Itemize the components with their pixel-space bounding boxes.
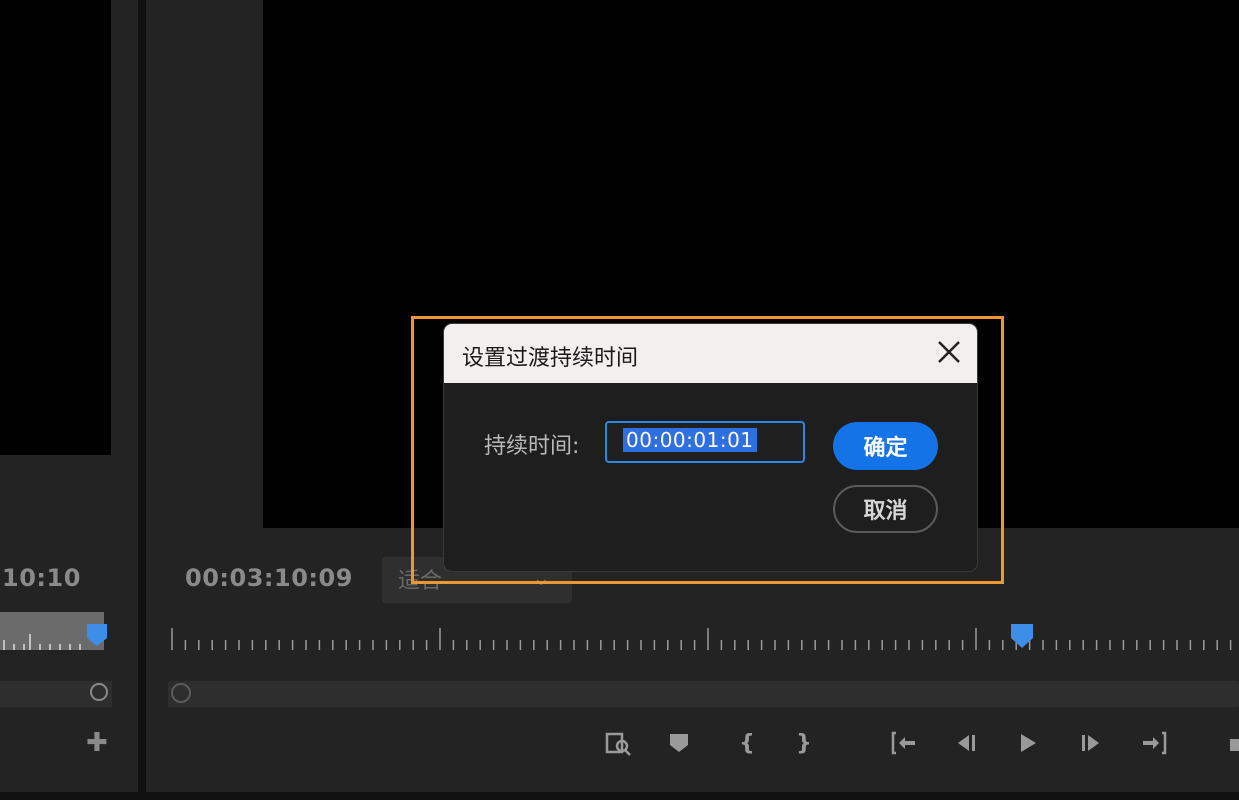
add-marker-icon[interactable] (661, 725, 697, 761)
duration-value[interactable]: 00:00:01:01 (623, 428, 757, 452)
program-timecode[interactable]: 00:03:10:09 (185, 564, 353, 592)
dialog-title: 设置过渡持续时间 (462, 346, 639, 371)
play-icon[interactable] (1009, 725, 1045, 761)
go-to-out-icon[interactable] (1136, 725, 1172, 761)
transition-duration-dialog: 设置过渡持续时间 持续时间: 00:00:01:01 确定 取消 (443, 323, 978, 572)
mark-out-icon[interactable]: } (786, 725, 822, 761)
duration-label: 持续时间: (484, 434, 580, 459)
source-playhead[interactable] (87, 624, 107, 646)
add-button-icon[interactable]: ✚ (86, 728, 108, 758)
lift-icon[interactable] (1220, 725, 1239, 761)
source-scroll-handle[interactable] (90, 683, 108, 701)
program-playhead[interactable] (1011, 624, 1033, 648)
go-to-in-icon[interactable] (886, 725, 922, 761)
duration-input[interactable]: 00:00:01:01 (605, 421, 805, 463)
source-timecode[interactable]: 10:10 (2, 564, 81, 592)
export-frame-icon[interactable] (600, 725, 636, 761)
program-time-ruler[interactable] (168, 622, 1239, 658)
panel-bottom-border (0, 792, 1239, 800)
panel-divider[interactable] (138, 0, 146, 800)
cancel-button[interactable]: 取消 (833, 485, 938, 533)
ok-button[interactable]: 确定 (833, 422, 938, 470)
step-forward-icon[interactable] (1073, 725, 1109, 761)
mark-in-icon[interactable]: { (729, 725, 765, 761)
step-back-icon[interactable] (948, 725, 984, 761)
close-icon[interactable] (931, 334, 967, 370)
program-zoom-scrollbar[interactable] (168, 681, 1239, 707)
program-scroll-handle[interactable] (171, 683, 191, 703)
source-video-frame (0, 0, 111, 455)
dialog-titlebar[interactable]: 设置过渡持续时间 (444, 324, 977, 383)
